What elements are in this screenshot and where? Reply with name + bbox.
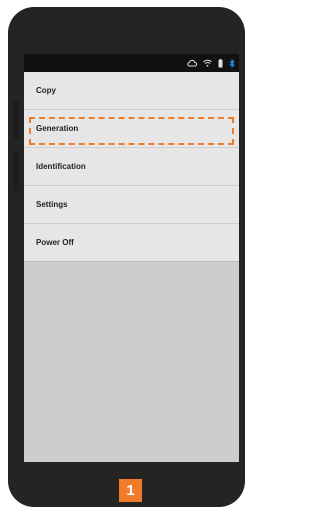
battery-icon [218,58,223,68]
volume-down-button[interactable] [13,150,19,190]
menu-item-generation[interactable]: Generation [24,110,239,148]
menu-item-copy[interactable]: Copy [24,72,239,110]
menu-item-label: Identification [36,162,86,171]
menu-item-identification[interactable]: Identification [24,148,239,186]
menu-item-label: Copy [36,86,56,95]
menu-item-label: Power Off [36,238,74,247]
wifi-icon [203,59,212,67]
volume-up-button[interactable] [13,99,19,139]
device-screen: Copy Generation Identification Settings … [24,54,239,462]
menu-item-label: Generation [36,124,79,133]
step-badge: 1 [119,479,142,502]
status-bar [24,54,239,72]
menu-item-label: Settings [36,200,68,209]
bluetooth-icon [229,58,235,68]
status-icons [187,56,235,70]
menu-item-power-off[interactable]: Power Off [24,224,239,262]
cloud-icon [187,59,197,67]
main-menu: Copy Generation Identification Settings … [24,72,239,262]
menu-item-settings[interactable]: Settings [24,186,239,224]
